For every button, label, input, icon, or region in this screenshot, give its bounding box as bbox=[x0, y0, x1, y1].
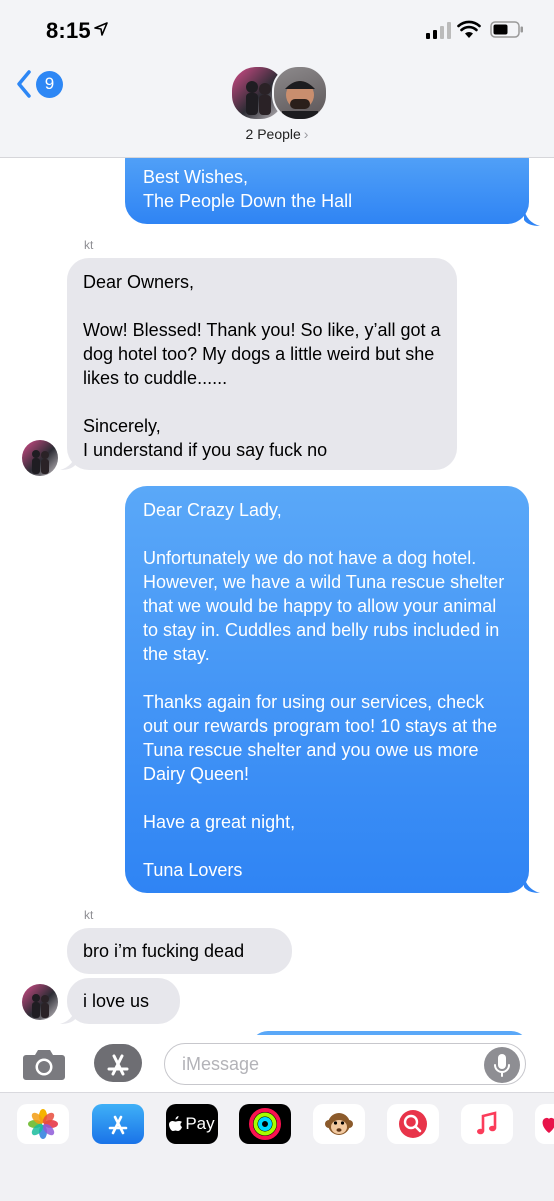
audio-message-button[interactable] bbox=[484, 1047, 520, 1083]
microphone-icon bbox=[494, 1054, 510, 1077]
message-list[interactable]: Best Wishes, The People Down the Hall kt… bbox=[0, 158, 554, 1035]
camera-icon[interactable] bbox=[22, 1047, 66, 1081]
cell-signal-icon bbox=[426, 22, 451, 39]
status-time: 8:15 bbox=[46, 18, 91, 43]
compose-bar: iMessage bbox=[0, 1035, 554, 1092]
group-avatars[interactable] bbox=[230, 65, 328, 121]
activity-icon[interactable] bbox=[239, 1104, 291, 1144]
battery-icon bbox=[490, 21, 523, 38]
app-store-button[interactable] bbox=[94, 1044, 142, 1082]
back-button[interactable]: 9 bbox=[16, 70, 63, 98]
bubble-tail bbox=[60, 452, 76, 470]
apple-pay-icon[interactable]: Pay bbox=[166, 1104, 218, 1144]
animoji-icon[interactable] bbox=[313, 1104, 365, 1144]
photos-icon[interactable] bbox=[17, 1104, 69, 1144]
avatar bbox=[272, 65, 328, 121]
location-arrow-icon bbox=[94, 22, 108, 36]
contact-title[interactable]: 2 People › bbox=[0, 126, 554, 142]
image-search-icon[interactable] bbox=[387, 1104, 439, 1144]
contact-title-text: 2 People bbox=[245, 126, 301, 142]
apple-pay-label: Pay bbox=[185, 1114, 215, 1133]
outgoing-message[interactable]: Dear Crazy Lady, Unfortunately we do not… bbox=[125, 486, 529, 893]
sender-name: kt bbox=[84, 238, 94, 252]
incoming-message[interactable]: Dear Owners, Wow! Blessed! Thank you! So… bbox=[67, 258, 457, 470]
bubble-tail bbox=[524, 875, 540, 893]
incoming-message[interactable]: bro i’m fucking dead bbox=[67, 928, 292, 974]
bubble-tail bbox=[60, 1006, 76, 1024]
avatar bbox=[22, 984, 58, 1020]
heart-icon[interactable] bbox=[535, 1104, 554, 1144]
message-input[interactable]: iMessage bbox=[164, 1043, 526, 1085]
chevron-left-icon bbox=[17, 70, 31, 98]
avatar bbox=[22, 440, 58, 476]
app-store-icon[interactable] bbox=[92, 1104, 144, 1144]
chevron-right-icon: › bbox=[303, 126, 309, 142]
music-icon[interactable] bbox=[461, 1104, 513, 1144]
incoming-message[interactable]: i love us bbox=[67, 978, 180, 1024]
app-drawer: Pay bbox=[0, 1092, 554, 1201]
conversation-header: 8:15 9 2 People › bbox=[0, 0, 554, 158]
app-store-icon bbox=[107, 1054, 129, 1076]
apple-logo-icon bbox=[169, 1116, 183, 1131]
outgoing-message[interactable]: Best Wishes, The People Down the Hall bbox=[125, 158, 529, 224]
sender-name: kt bbox=[84, 908, 94, 922]
bubble-tail bbox=[524, 208, 540, 226]
unread-count-badge: 9 bbox=[36, 70, 63, 98]
wifi-icon bbox=[457, 20, 481, 38]
